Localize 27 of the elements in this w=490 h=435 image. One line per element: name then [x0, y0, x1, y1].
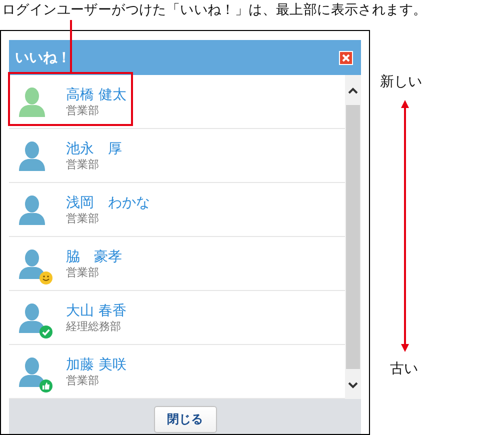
older-label: 古い [390, 360, 418, 378]
user-name-link[interactable]: 加藤 美咲 [66, 356, 126, 374]
scrollbar[interactable] [345, 75, 361, 399]
department-text: 営業部 [66, 266, 100, 278]
department-text: 営業部 [66, 212, 100, 224]
caption-text: ログインユーザーがつけた「いいね！」は、最上部に表示されます。 [2, 1, 428, 20]
scroll-down-icon[interactable] [348, 381, 358, 389]
department-text: 営業部 [66, 374, 100, 386]
department-text: 営業部 [66, 158, 100, 170]
newer-label: 新しい [380, 73, 422, 91]
scroll-thumb[interactable] [346, 105, 360, 369]
user-name-link[interactable]: 脇 豪孝 [66, 248, 122, 266]
check-icon [39, 325, 53, 339]
user-name-link[interactable]: 浅岡 わかな [66, 194, 150, 212]
close-button[interactable]: 閉じる [154, 406, 216, 433]
user-name-link[interactable]: 大山 春香 [66, 302, 126, 320]
double-arrow-icon [400, 100, 410, 352]
dialog-title: いいね！ [15, 48, 71, 66]
close-icon[interactable] [339, 50, 353, 64]
department-text: 営業部 [66, 104, 100, 116]
scroll-up-icon[interactable] [348, 87, 358, 95]
leader-line [70, 20, 72, 74]
thumbs-up-icon [39, 379, 53, 393]
user-name-link[interactable]: 池永 厚 [66, 140, 122, 158]
smiley-icon [39, 271, 53, 285]
department-text: 経理総務部 [66, 320, 122, 332]
user-name-link[interactable]: 高橋 健太 [66, 86, 126, 104]
